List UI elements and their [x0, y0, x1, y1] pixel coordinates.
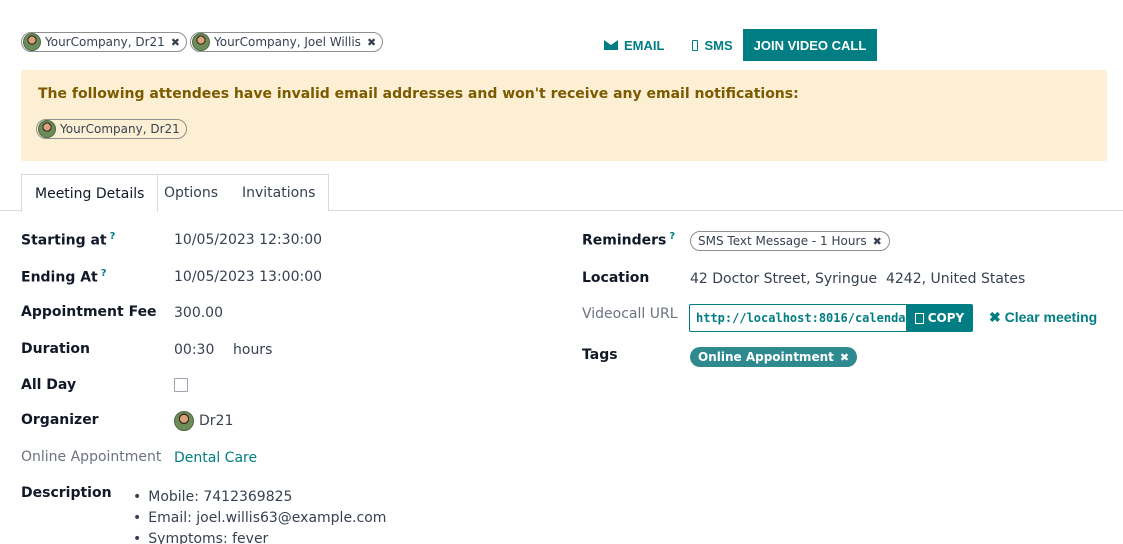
- clear-meeting-button[interactable]: ✖ Clear meeting: [989, 309, 1097, 326]
- description-label: Description: [21, 485, 112, 501]
- list-item: Symptoms: fever: [133, 529, 386, 544]
- header-actions: EMAIL SMS JOIN VIDEO CALL: [596, 29, 878, 61]
- sms-button[interactable]: SMS: [684, 29, 740, 61]
- duration-unit: hours: [233, 342, 273, 358]
- remove-attendee-icon[interactable]: ✖: [171, 36, 180, 49]
- attendee-chip[interactable]: YourCompany, Dr21 ✖: [21, 32, 187, 52]
- copy-icon: [914, 312, 924, 324]
- avatar: [23, 33, 41, 51]
- online-appointment-label: Online Appointment: [21, 449, 162, 465]
- reminders-label: Reminders?: [582, 231, 675, 249]
- duration-label: Duration: [21, 341, 91, 357]
- tag-chip[interactable]: Online Appointment ✖: [690, 347, 858, 367]
- list-item: Email: joel.willis63@example.com: [133, 508, 386, 529]
- ending-at-label: Ending At?: [21, 268, 107, 286]
- videocall-url-field: http://localhost:8016/calendar/j... COPY: [689, 304, 973, 332]
- remove-attendee-icon[interactable]: ✖: [367, 36, 376, 49]
- reminder-chip[interactable]: SMS Text Message - 1 Hours ✖: [690, 231, 890, 251]
- location-value[interactable]: 42 Doctor Street, Syringue 4242, United …: [690, 271, 1025, 287]
- attendee-chip[interactable]: YourCompany, Joel Willis ✖: [190, 32, 384, 52]
- help-tooltip-icon[interactable]: ?: [669, 231, 675, 242]
- label-text: Reminders: [582, 232, 667, 249]
- copy-button[interactable]: COPY: [906, 304, 973, 332]
- organizer-value[interactable]: Dr21: [199, 413, 233, 429]
- join-video-call-button[interactable]: JOIN VIDEO CALL: [742, 29, 878, 61]
- avatar: [38, 120, 56, 138]
- all-day-checkbox[interactable]: [174, 378, 188, 392]
- mobile-phone-icon: [692, 39, 699, 51]
- starting-at-value[interactable]: 10/05/2023 12:30:00: [174, 232, 322, 248]
- remove-tag-icon[interactable]: ✖: [840, 351, 849, 364]
- reminder-name: SMS Text Message - 1 Hours: [698, 234, 867, 248]
- help-tooltip-icon[interactable]: ?: [101, 268, 107, 279]
- videocall-url-label: Videocall URL: [582, 306, 678, 322]
- invalid-email-warning: The following attendees have invalid ema…: [21, 70, 1107, 161]
- help-tooltip-icon[interactable]: ?: [110, 231, 116, 242]
- tags-label: Tags: [582, 347, 618, 363]
- starting-at-label: Starting at?: [21, 231, 115, 249]
- attendees-field[interactable]: YourCompany, Dr21 ✖ YourCompany, Joel Wi…: [21, 32, 384, 52]
- label-text: Starting at: [21, 232, 107, 249]
- description-list[interactable]: Mobile: 7412369825 Email: joel.willis63@…: [133, 487, 386, 544]
- tab-invitations[interactable]: Invitations: [229, 174, 330, 211]
- calendar-event-form: YourCompany, Dr21 ✖ YourCompany, Joel Wi…: [0, 0, 1123, 544]
- tab-meeting-details[interactable]: Meeting Details: [21, 174, 159, 212]
- warning-message: The following attendees have invalid ema…: [38, 86, 799, 102]
- appointment-fee-label: Appointment Fee: [21, 304, 157, 320]
- email-button[interactable]: EMAIL: [596, 29, 672, 61]
- avatar: [174, 411, 194, 431]
- duration-value[interactable]: 00:30: [174, 342, 214, 358]
- tag-name: Online Appointment: [698, 350, 834, 364]
- organizer-label: Organizer: [21, 412, 99, 428]
- ending-at-value[interactable]: 10/05/2023 13:00:00: [174, 269, 322, 285]
- envelope-icon: [604, 40, 618, 50]
- email-button-label: EMAIL: [624, 37, 665, 53]
- attendee-name: YourCompany, Joel Willis: [214, 35, 361, 49]
- videocall-url-input[interactable]: http://localhost:8016/calendar/j...: [689, 304, 906, 332]
- notebook-tabs: Meeting Details Options Invitations: [0, 174, 1123, 212]
- attendee-name: YourCompany, Dr21: [60, 122, 180, 136]
- appointment-fee-value[interactable]: 300.00: [174, 305, 223, 321]
- copy-button-label: COPY: [927, 311, 965, 325]
- list-item: Mobile: 7412369825: [133, 487, 386, 508]
- sms-button-label: SMS: [704, 37, 733, 53]
- attendee-name: YourCompany, Dr21: [45, 35, 165, 49]
- label-text: Ending At: [21, 269, 98, 286]
- all-day-label: All Day: [21, 377, 77, 393]
- remove-reminder-icon[interactable]: ✖: [873, 235, 882, 248]
- location-label: Location: [582, 270, 650, 286]
- tab-options[interactable]: Options: [151, 174, 233, 211]
- invalid-attendee-chip[interactable]: YourCompany, Dr21: [36, 119, 187, 139]
- online-appointment-link[interactable]: Dental Care: [174, 450, 257, 466]
- avatar: [192, 33, 210, 51]
